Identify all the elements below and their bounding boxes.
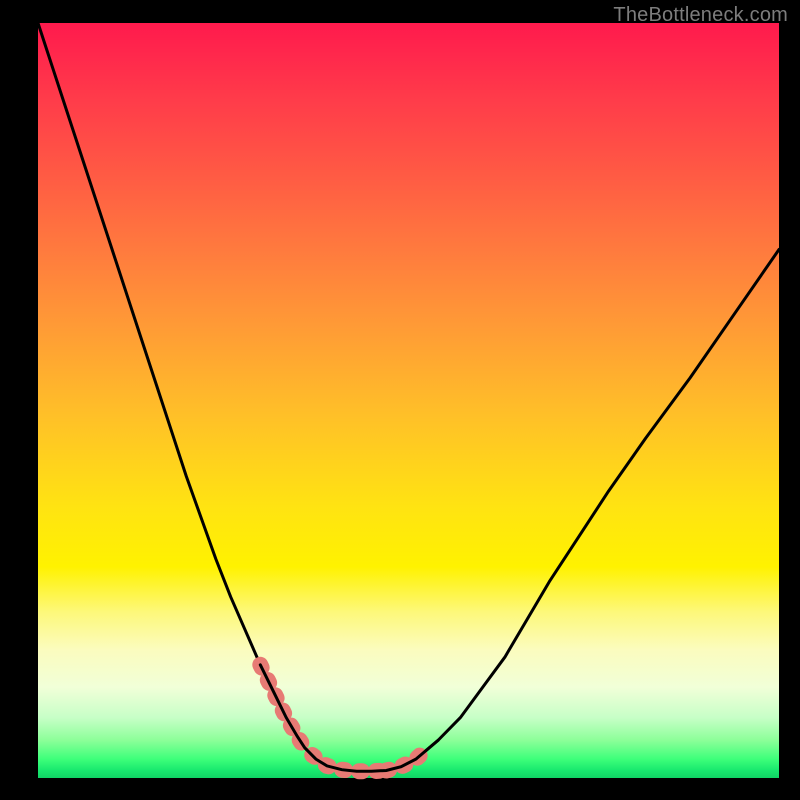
watermark-text: TheBottleneck.com (613, 4, 788, 27)
chart-frame: TheBottleneck.com (0, 0, 800, 800)
bottleneck-curve (38, 23, 779, 778)
plot-area (38, 23, 779, 778)
black-curve-path (38, 23, 779, 771)
